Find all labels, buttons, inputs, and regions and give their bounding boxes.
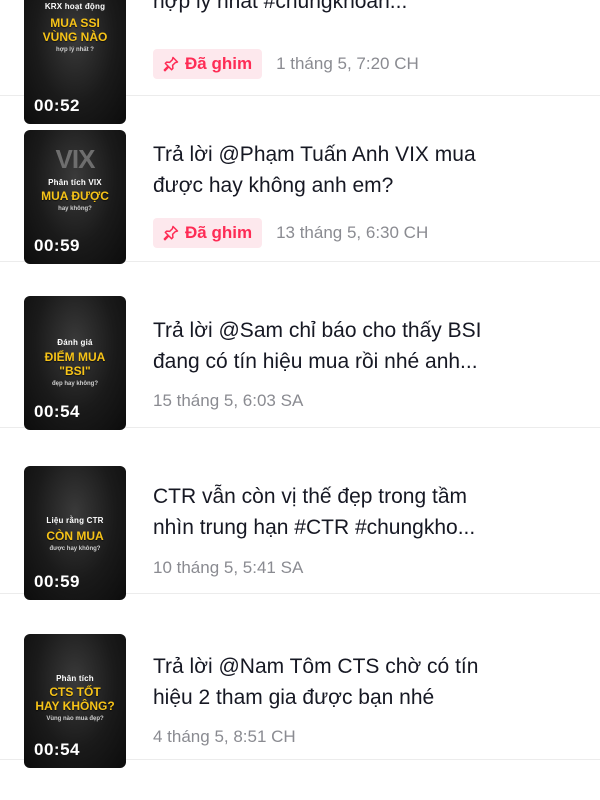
video-item[interactable]: Đánh giá ĐIỂM MUA "BSI" đẹp hay không? 0… bbox=[0, 262, 600, 430]
video-thumbnail[interactable]: Đánh giá ĐIỂM MUA "BSI" đẹp hay không? 0… bbox=[24, 296, 126, 430]
video-item[interactable]: VIX Phân tích VIX MUA ĐƯỢC hay không? 00… bbox=[0, 96, 600, 264]
thumbnail-subcaption: Vùng nào mua đẹp? bbox=[46, 716, 104, 722]
video-meta: 4 tháng 5, 8:51 CH bbox=[153, 722, 296, 752]
video-title[interactable]: Trả lời @Sam chỉ báo cho thấy BSI đang c… bbox=[153, 315, 563, 377]
thumbnail-headline: CTS TỐT bbox=[49, 685, 101, 699]
video-meta: Đã ghim 13 tháng 5, 6:30 CH bbox=[153, 218, 428, 248]
video-meta: 10 tháng 5, 5:41 SA bbox=[153, 553, 303, 583]
video-duration: 00:59 bbox=[34, 572, 80, 591]
thumbnail-subcaption: đẹp hay không? bbox=[51, 381, 98, 387]
video-duration: 00:59 bbox=[34, 236, 80, 255]
video-duration: 00:54 bbox=[34, 740, 80, 759]
video-date: 1 tháng 5, 7:20 CH bbox=[276, 54, 419, 73]
pin-icon bbox=[163, 225, 179, 241]
thumbnail-caption: Phân tích bbox=[56, 674, 94, 683]
pinned-label: Đã ghim bbox=[185, 54, 253, 73]
video-item[interactable]: Liệu rằng CTR CÒN MUA được hay không? 00… bbox=[0, 428, 600, 600]
video-item[interactable]: KRX hoạt động MUA SSI VÙNG NÀO hợp lý nh… bbox=[0, 0, 600, 124]
thumbnail-headline: MUA ĐƯỢC bbox=[41, 189, 109, 203]
video-meta: Đã ghim 1 tháng 5, 7:20 CH bbox=[153, 49, 419, 79]
video-title[interactable]: Trả lời @Phạm Tuấn Anh VIX mua được hay … bbox=[153, 139, 563, 201]
video-duration: 00:54 bbox=[34, 402, 80, 421]
pinned-badge: Đã ghim bbox=[153, 218, 263, 248]
video-thumbnail[interactable]: VIX Phân tích VIX MUA ĐƯỢC hay không? 00… bbox=[24, 130, 126, 264]
video-date: 13 tháng 5, 6:30 CH bbox=[276, 223, 429, 242]
pin-icon bbox=[163, 56, 179, 72]
video-item[interactable]: Phân tích CTS TỐT HAY KHÔNG? Vùng nào mu… bbox=[0, 594, 600, 768]
video-title[interactable]: hợp lý nhất #chungkhoan... bbox=[153, 0, 563, 17]
video-thumbnail[interactable]: Liệu rằng CTR CÒN MUA được hay không? 00… bbox=[24, 466, 126, 600]
thumbnail-headline: MUA SSI bbox=[50, 16, 100, 30]
thumbnail-headline: VÙNG NÀO bbox=[42, 30, 108, 44]
thumbnail-headline: ĐIỂM MUA bbox=[44, 350, 106, 364]
video-thumbnail[interactable]: Phân tích CTS TỐT HAY KHÔNG? Vùng nào mu… bbox=[24, 634, 126, 768]
video-meta: 15 tháng 5, 6:03 SA bbox=[153, 386, 303, 416]
video-title[interactable]: Trả lời @Nam Tôm CTS chờ có tín hiệu 2 t… bbox=[153, 651, 563, 713]
video-date: 10 tháng 5, 5:41 SA bbox=[153, 558, 304, 577]
thumbnail-caption: Liệu rằng CTR bbox=[46, 516, 104, 525]
thumbnail-headline: CÒN MUA bbox=[46, 529, 104, 543]
thumbnail-headline: "BSI" bbox=[59, 364, 91, 378]
video-title[interactable]: CTR vẫn còn vị thế đẹp trong tầm nhìn tr… bbox=[153, 481, 563, 543]
thumbnail-caption: Phân tích VIX bbox=[48, 178, 102, 187]
thumbnail-subcaption: được hay không? bbox=[49, 546, 101, 552]
thumbnail-subcaption: hợp lý nhất ? bbox=[56, 47, 94, 53]
thumbnail-logo: VIX bbox=[55, 144, 96, 174]
video-list: KRX hoạt động MUA SSI VÙNG NÀO hợp lý nh… bbox=[0, 0, 600, 800]
pinned-label: Đã ghim bbox=[185, 223, 253, 242]
video-date: 4 tháng 5, 8:51 CH bbox=[153, 727, 296, 746]
thumbnail-headline: HAY KHÔNG? bbox=[35, 699, 115, 713]
video-date: 15 tháng 5, 6:03 SA bbox=[153, 391, 304, 410]
thumbnail-caption: Đánh giá bbox=[57, 338, 93, 347]
pinned-badge: Đã ghim bbox=[153, 49, 263, 79]
thumbnail-subcaption: hay không? bbox=[58, 206, 92, 212]
thumbnail-caption: KRX hoạt động bbox=[44, 2, 106, 11]
